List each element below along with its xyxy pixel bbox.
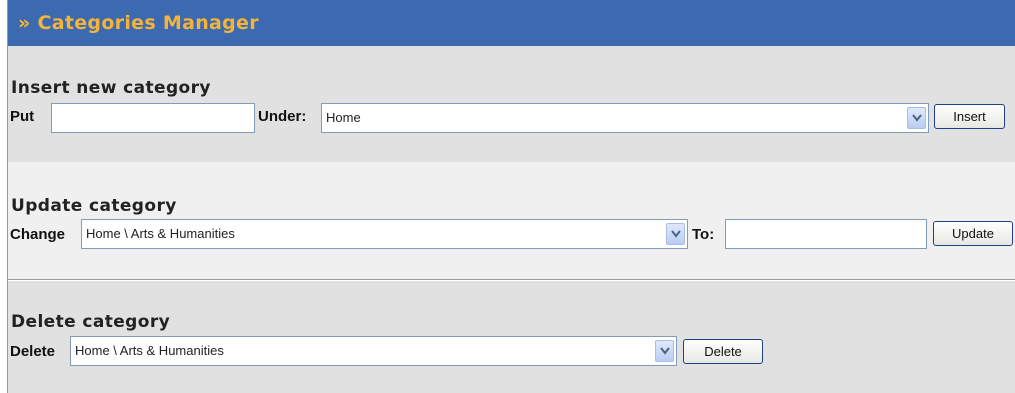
panel-title: » Categories Manager [18,12,259,34]
change-label: Change [10,226,66,243]
chevron-down-icon[interactable] [907,107,926,129]
chevron-down-icon[interactable] [666,223,685,245]
insert-button[interactable]: Insert [934,104,1005,129]
categories-manager-panel: » Categories Manager Insert new category… [7,0,1015,393]
chevron-down-icon[interactable] [655,340,674,362]
change-select[interactable]: Home \ Arts & Humanities [81,219,688,249]
put-input[interactable] [51,103,255,133]
change-selected-value: Home \ Arts & Humanities [86,226,235,241]
insert-section-title: Insert new category [11,78,211,98]
delete-selected-value: Home \ Arts & Humanities [75,343,224,358]
delete-section-title: Delete category [11,312,171,332]
delete-button[interactable]: Delete [683,339,763,364]
delete-select[interactable]: Home \ Arts & Humanities [70,336,677,366]
under-select[interactable]: Home [321,103,929,133]
to-input[interactable] [725,219,927,249]
under-selected-value: Home [326,110,361,125]
insert-category-section: Insert new category Put Under: Home Inse… [8,46,1015,162]
to-label: To: [692,226,715,243]
panel-header: » Categories Manager [8,0,1015,46]
put-label: Put [10,108,35,125]
update-section-title: Update category [11,196,177,216]
delete-label: Delete [10,343,56,360]
update-button[interactable]: Update [933,221,1013,246]
delete-category-section: Delete category Delete Home \ Arts & Hum… [8,281,1015,393]
under-label: Under: [258,108,307,125]
update-category-section: Update category Change Home \ Arts & Hum… [8,162,1015,280]
